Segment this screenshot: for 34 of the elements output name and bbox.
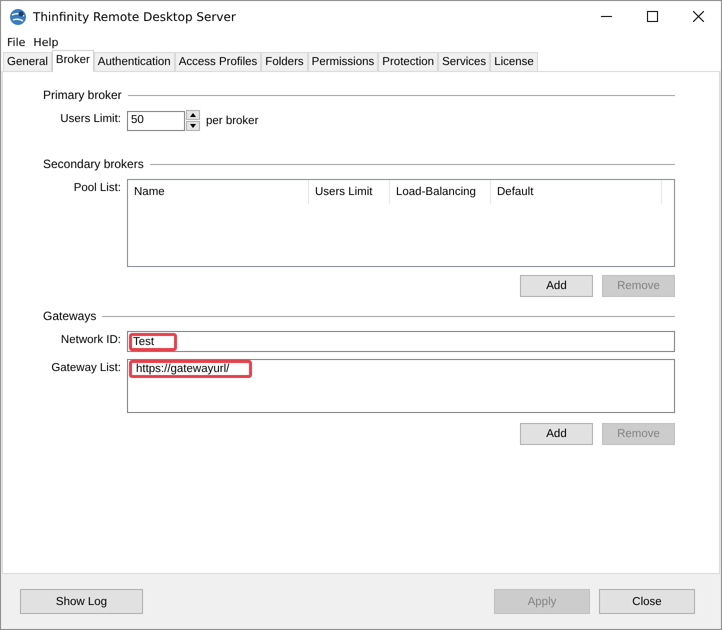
- tab[interactable]: Protection: [378, 52, 438, 71]
- tab[interactable]: General: [3, 52, 52, 71]
- column-header[interactable]: Default: [491, 180, 662, 204]
- tab[interactable]: Services: [438, 52, 490, 71]
- tab[interactable]: Authentication: [94, 52, 175, 71]
- column-header[interactable]: Name: [128, 180, 309, 204]
- field-label: Gateway List:: [50, 361, 121, 374]
- unit-label: per broker: [206, 114, 258, 126]
- spin-buttons[interactable]: [186, 110, 200, 131]
- action-button[interactable]: Close: [599, 589, 695, 614]
- column-header[interactable]: Load-Balancing: [390, 180, 491, 204]
- tab[interactable]: Access Profiles: [174, 52, 262, 71]
- section-title: Primary broker: [43, 88, 122, 102]
- menu-item[interactable]: File: [3, 36, 30, 48]
- window-title: Thinfinity Remote Desktop Server: [33, 10, 237, 24]
- tab[interactable]: License: [490, 52, 538, 71]
- action-button[interactable]: Add: [520, 423, 593, 445]
- field-label: Users Limit:: [59, 112, 121, 125]
- globe-icon: [9, 8, 27, 26]
- gateway-list[interactable]: https://gatewayurl/: [127, 359, 675, 413]
- menu-item[interactable]: Help: [29, 36, 62, 48]
- section-title: Gateways: [43, 309, 96, 323]
- network-id-field[interactable]: Test: [127, 331, 675, 352]
- action-button[interactable]: Add: [520, 275, 593, 297]
- tab[interactable]: Folders: [261, 52, 308, 71]
- action-button[interactable]: Show Log: [20, 589, 143, 614]
- pool-list[interactable]: Name Users Limit Load-Balancing Default: [127, 179, 675, 267]
- section-title: Secondary brokers: [43, 157, 144, 171]
- users-limit-field[interactable]: 50: [127, 110, 185, 130]
- tab[interactable]: Broker: [52, 50, 94, 72]
- column-header[interactable]: Users Limit: [309, 180, 390, 204]
- field-label: Network ID:: [60, 333, 121, 346]
- tab[interactable]: Permissions: [308, 52, 378, 71]
- field-label: Pool List:: [72, 181, 121, 194]
